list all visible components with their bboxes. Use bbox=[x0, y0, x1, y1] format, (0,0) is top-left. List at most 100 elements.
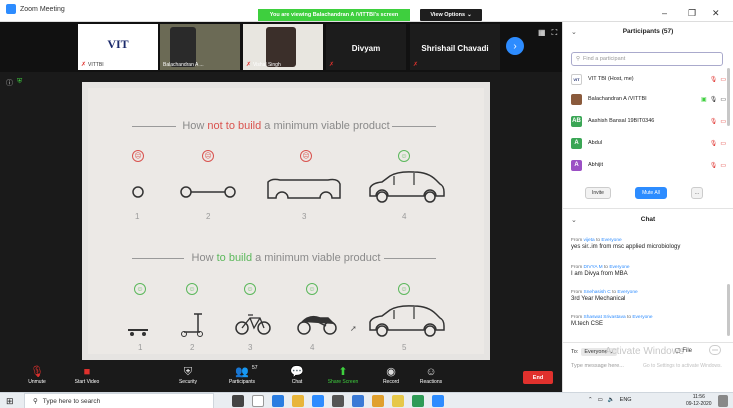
heading-text: How bbox=[182, 120, 208, 132]
file-explorer-icon[interactable] bbox=[292, 395, 304, 407]
happy-face-icon: ☺ bbox=[306, 283, 318, 295]
activate-windows-subtext: Go to Settings to activate Windows. bbox=[643, 363, 722, 369]
chevron-down-icon: ⌄ bbox=[467, 12, 472, 18]
video-icon[interactable]: ▭ bbox=[720, 96, 726, 103]
minimize-icon[interactable]: – bbox=[662, 8, 667, 18]
security-label: Security bbox=[178, 379, 198, 385]
participant-row[interactable]: VIT VIT TBI (Host, me) 🎙 ▭ bbox=[571, 70, 726, 88]
more-options-button[interactable]: ... bbox=[691, 187, 703, 199]
language-indicator[interactable]: ENG bbox=[620, 397, 632, 403]
participant-row[interactable]: AB Aashish Bansal 19BIT0346 🎙 ▭ bbox=[571, 112, 726, 130]
app-icon[interactable] bbox=[332, 395, 344, 407]
mic-off-icon[interactable]: 🎙 bbox=[710, 140, 718, 147]
sender: Shaswat Srivastava bbox=[583, 315, 626, 320]
chat-scrollbar[interactable] bbox=[727, 284, 730, 336]
stage-number: 4 bbox=[310, 343, 315, 352]
gallery-view-icon[interactable]: ▦ bbox=[538, 28, 546, 38]
message-text: 3rd Year Mechanical bbox=[571, 296, 626, 302]
windows-start-icon[interactable]: ⊞ bbox=[6, 396, 14, 407]
build-stages bbox=[128, 305, 445, 337]
search-placeholder: Find a participant bbox=[583, 56, 626, 62]
chat-more-button[interactable]: ⋯ bbox=[709, 345, 721, 355]
video-off-icon[interactable]: ▭ bbox=[720, 140, 726, 147]
video-off-icon[interactable]: ▭ bbox=[720, 118, 726, 125]
record-label: Record bbox=[382, 379, 400, 385]
stage-number: 1 bbox=[138, 343, 143, 352]
unmute-button[interactable]: 🎙 Unmute bbox=[12, 365, 62, 385]
presentation-slide: How not to build a minimum viable produc… bbox=[82, 82, 490, 360]
app-icon[interactable] bbox=[412, 395, 424, 407]
shield-icon[interactable]: ⛨ bbox=[17, 78, 22, 88]
start-video-label: Start Video bbox=[74, 379, 100, 385]
recipient: Everyone bbox=[632, 315, 653, 320]
share-screen-icon: ⬆ bbox=[338, 366, 348, 378]
chat-message-input[interactable]: Type message here... bbox=[571, 363, 624, 369]
app-icon[interactable] bbox=[392, 395, 404, 407]
participants-button[interactable]: 👥 Participants bbox=[217, 365, 267, 385]
maximize-icon[interactable]: ❐ bbox=[688, 8, 696, 19]
clock-date: 09-12-2020 bbox=[686, 401, 712, 407]
windows-taskbar: ⊞ ⚲ Type here to search ⌃ ▭ 🔈 ENG 11:56 … bbox=[0, 392, 733, 408]
from-word: From bbox=[571, 265, 584, 270]
video-tile[interactable]: VIT ✗ VITTBI bbox=[78, 24, 158, 70]
view-options-button[interactable]: View Options ⌄ bbox=[420, 9, 482, 21]
share-screen-button[interactable]: ⬆ Share Screen bbox=[318, 365, 368, 385]
edge-icon[interactable] bbox=[272, 395, 284, 407]
info-icon[interactable]: ⓘ bbox=[6, 78, 13, 88]
slide-heading-2: How to build a minimum viable product bbox=[88, 252, 484, 264]
participant-row[interactable]: A Abdul 🎙 ▭ bbox=[571, 134, 726, 152]
close-icon[interactable]: ✕ bbox=[712, 8, 720, 19]
volume-icon[interactable]: 🔈 bbox=[608, 397, 615, 403]
participant-row[interactable]: A Abhijit 🎙 ▭ bbox=[571, 156, 726, 174]
sad-face-icon: ☹ bbox=[202, 150, 214, 162]
title-bar: Zoom Meeting You are viewing Balachandra… bbox=[0, 0, 733, 22]
fullscreen-icon[interactable]: ⛶ bbox=[552, 28, 558, 38]
vit-logo: VIT bbox=[98, 30, 138, 58]
video-off-icon[interactable]: ▭ bbox=[720, 76, 726, 83]
happy-face-icon: ☺ bbox=[134, 283, 146, 295]
invite-button[interactable]: Invite bbox=[585, 187, 611, 199]
mic-icon[interactable]: 🎙 bbox=[710, 96, 718, 103]
sender: DIVYA M bbox=[583, 265, 603, 270]
sad-face-icon: ☹ bbox=[300, 150, 312, 162]
mute-all-button[interactable]: Mute All bbox=[635, 187, 667, 199]
chat-button[interactable]: 💬 Chat bbox=[272, 365, 322, 385]
network-icon[interactable]: ▭ bbox=[598, 397, 603, 403]
video-off-icon[interactable]: ▭ bbox=[720, 162, 726, 169]
mic-off-icon[interactable]: 🎙 bbox=[710, 76, 718, 83]
start-video-button[interactable]: ■ Start Video bbox=[62, 365, 112, 385]
sad-face-icon: ☹ bbox=[132, 150, 144, 162]
heading-text: a minimum viable product bbox=[261, 120, 390, 132]
zoom-taskbar-icon[interactable] bbox=[432, 395, 444, 407]
mic-off-icon[interactable]: 🎙 bbox=[710, 118, 718, 125]
file-button[interactable]: ▢ File bbox=[675, 347, 692, 354]
video-tile[interactable]: Balachandran A ... bbox=[160, 24, 240, 70]
zoom-logo-icon bbox=[6, 4, 16, 14]
car-icon bbox=[369, 305, 445, 337]
video-off-icon: ■ bbox=[83, 366, 91, 378]
chevron-up-icon[interactable]: ⌃ bbox=[588, 397, 593, 403]
tile-name: Balachandran A ... bbox=[163, 62, 204, 68]
participant-row[interactable]: Balachandran A /VITTBI ▣ 🎙 ▭ bbox=[571, 90, 726, 108]
app-icon[interactable] bbox=[372, 395, 384, 407]
task-view-icon[interactable] bbox=[232, 395, 244, 407]
taskbar-clock[interactable]: 11:56 09-12-2020 bbox=[686, 394, 712, 408]
video-tile[interactable]: Divyam ✗ bbox=[326, 24, 406, 70]
security-button[interactable]: ⛨ Security bbox=[163, 365, 213, 385]
taskbar-search-input[interactable]: ⚲ Type here to search bbox=[24, 393, 214, 408]
participant-search-input[interactable]: ⚲ Find a participant bbox=[571, 52, 723, 66]
video-tile[interactable]: Shrishail Chavadi ✗ bbox=[410, 24, 500, 70]
app-icon[interactable] bbox=[252, 395, 264, 407]
video-tile[interactable]: ✗ Vishal Singh bbox=[243, 24, 323, 70]
notification-icon[interactable] bbox=[718, 395, 728, 407]
mail-icon[interactable] bbox=[352, 395, 364, 407]
participants-scrollbar[interactable] bbox=[727, 68, 730, 126]
reactions-button[interactable]: ☺ Reactions bbox=[406, 365, 456, 385]
activate-windows-watermark: Activate Windows bbox=[605, 346, 684, 357]
store-icon[interactable] bbox=[312, 395, 324, 407]
mic-off-icon[interactable]: 🎙 bbox=[710, 162, 718, 169]
end-meeting-button[interactable]: End bbox=[523, 371, 553, 384]
wheel-icon bbox=[224, 186, 236, 198]
participants-count: 57 bbox=[252, 365, 258, 371]
next-page-arrow-icon[interactable]: › bbox=[506, 37, 524, 55]
